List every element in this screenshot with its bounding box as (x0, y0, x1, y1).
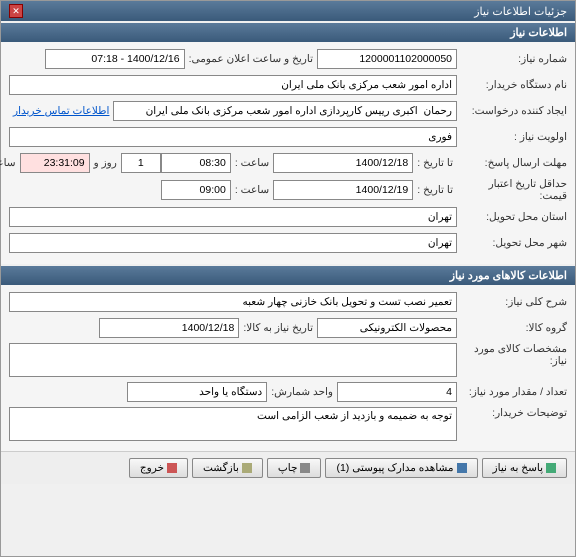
reply-time-field[interactable] (161, 153, 231, 173)
label-need-desc: شرح کلی نیاز: (457, 296, 567, 308)
titlebar: جزئیات اطلاعات نیاز ✕ (1, 1, 575, 21)
print-button-label: چاپ (278, 462, 298, 474)
goods-group-field[interactable] (317, 318, 457, 338)
label-need-no: شماره نیاز: (457, 53, 567, 65)
qty-field[interactable] (337, 382, 457, 402)
section-goods-header: اطلاعات کالاهای مورد نیاز (1, 266, 575, 285)
label-goods-group: گروه کالا: (457, 322, 567, 334)
need-date-field[interactable] (99, 318, 239, 338)
label-time-2: ساعت : (231, 184, 273, 196)
label-buyer-org: نام دستگاه خریدار: (457, 79, 567, 91)
back-button-label: بازگشت (203, 462, 239, 474)
label-announce-dt: تاریخ و ساعت اعلان عمومی: (185, 53, 317, 65)
label-buyer-notes: توضیحات خریدار: (457, 407, 567, 419)
section-need-info-header: اطلاعات نیاز (1, 23, 575, 42)
label-reply-deadline: مهلت ارسال پاسخ: (457, 157, 567, 169)
label-city: شهر محل تحویل: (457, 237, 567, 249)
label-time-1: ساعت : (231, 157, 273, 169)
days-left-field[interactable] (121, 153, 161, 173)
label-priority: اولویت نیاز : (457, 131, 567, 143)
print-button[interactable]: چاپ (267, 458, 322, 478)
need-info-form: شماره نیاز: تاریخ و ساعت اعلان عمومی: نا… (1, 42, 575, 264)
back-button[interactable]: بازگشت (192, 458, 263, 478)
price-date-field[interactable] (273, 180, 413, 200)
province-field[interactable] (9, 207, 457, 227)
label-days-and: روز و (90, 157, 121, 169)
close-icon[interactable]: ✕ (9, 4, 23, 18)
unit-field[interactable] (127, 382, 267, 402)
label-qty: تعداد / مقدار مورد نیاز: (457, 386, 567, 398)
attachment-icon (457, 463, 467, 473)
print-icon (300, 463, 310, 473)
need-desc-field[interactable] (9, 292, 457, 312)
back-icon (242, 463, 252, 473)
exit-button[interactable]: خروج (129, 458, 188, 478)
label-to-date-1: تا تاریخ : (413, 157, 457, 169)
goods-info-form: شرح کلی نیاز: گروه کالا: تاریخ نیاز به ک… (1, 285, 575, 451)
buyer-org-field[interactable] (9, 75, 457, 95)
exit-icon (167, 463, 177, 473)
priority-field[interactable] (9, 127, 457, 147)
buyer-notes-field[interactable]: توجه به ضمیمه و بازدید از شعب الزامی است (9, 407, 457, 441)
reply-button-label: پاسخ به نیاز (493, 462, 543, 474)
reply-icon (546, 463, 556, 473)
time-left-field[interactable] (20, 153, 90, 173)
window-title: جزئیات اطلاعات نیاز (474, 5, 567, 18)
request-creator-field[interactable] (113, 101, 457, 121)
label-province: استان محل تحویل: (457, 211, 567, 223)
goods-spec-field[interactable] (9, 343, 457, 377)
footer-toolbar: پاسخ به نیاز مشاهده مدارک پیوستی (1) چاپ… (1, 451, 575, 484)
buyer-contact-link[interactable]: اطلاعات تماس خریدار (9, 105, 113, 117)
exit-button-label: خروج (140, 462, 164, 474)
announce-dt-field[interactable] (45, 49, 185, 69)
label-goods-spec: مشخصات کالای مورد نیاز: (457, 343, 567, 367)
attachments-button[interactable]: مشاهده مدارک پیوستی (1) (325, 458, 477, 478)
need-details-window: جزئیات اطلاعات نیاز ✕ اطلاعات نیاز شماره… (0, 0, 576, 557)
label-need-date: تاریخ نیاز به کالا: (239, 322, 317, 334)
label-unit: واحد شمارش: (267, 386, 337, 398)
attachments-button-label: مشاهده مدارک پیوستی (1) (336, 462, 453, 474)
label-time-remaining: ساعت باقی مانده (0, 157, 20, 169)
city-field[interactable] (9, 233, 457, 253)
price-time-field[interactable] (161, 180, 231, 200)
reply-date-field[interactable] (273, 153, 413, 173)
need-no-field[interactable] (317, 49, 457, 69)
reply-button[interactable]: پاسخ به نیاز (482, 458, 567, 478)
label-to-date-2: تا تاریخ : (413, 184, 457, 196)
label-request-creator: ایجاد کننده درخواست: (457, 105, 567, 117)
label-price-validity: حداقل تاریخ اعتبار قیمت: (457, 178, 567, 202)
